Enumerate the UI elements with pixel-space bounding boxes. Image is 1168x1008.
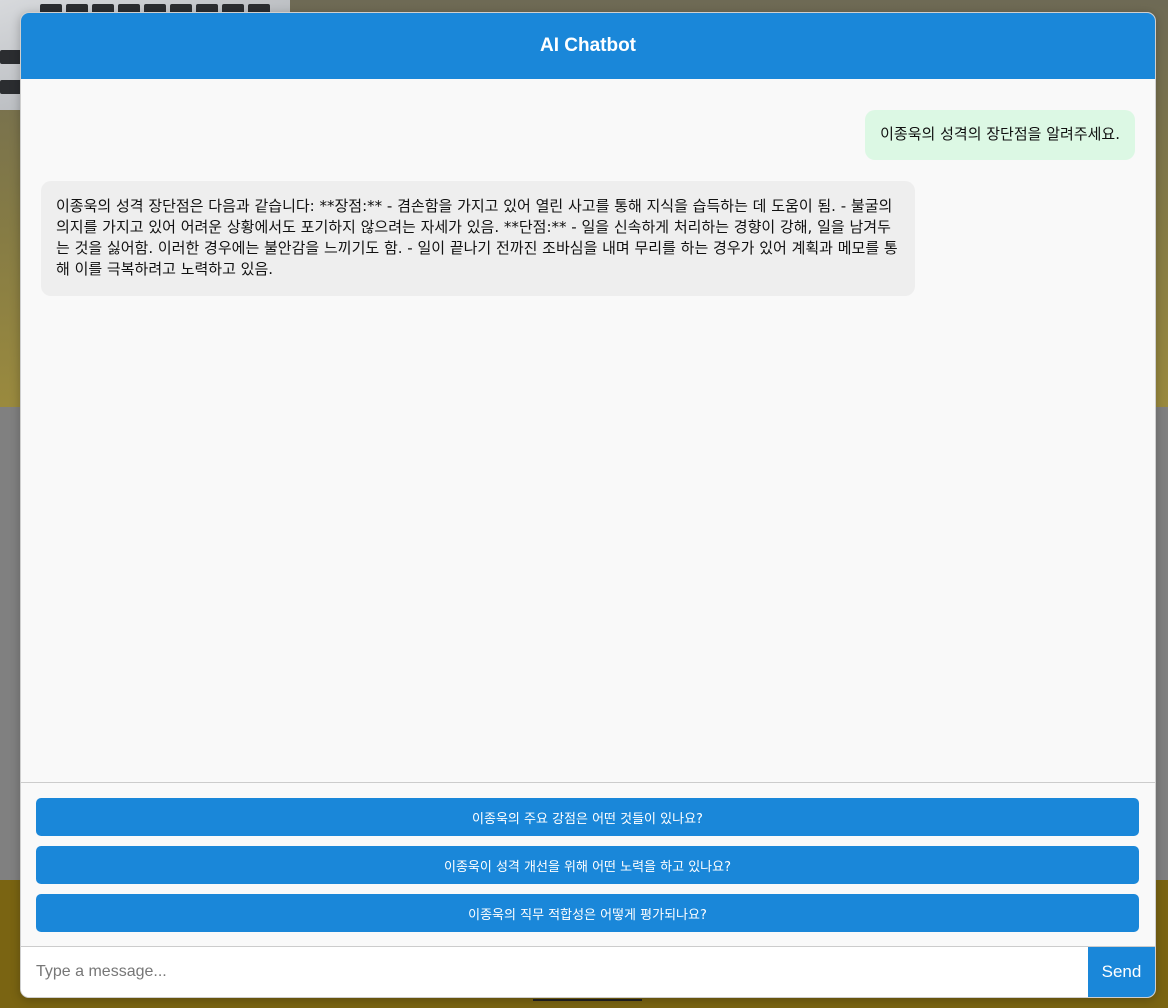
bot-message: 이종욱의 성격 장단점은 다음과 같습니다: **장점:** - 겸손함을 가지… <box>41 181 915 296</box>
background-divider <box>533 999 642 1001</box>
message-composer: Send <box>21 946 1155 997</box>
suggestion-button-2[interactable]: 이종욱이 성격 개선을 위해 어떤 노력을 하고 있나요? <box>36 846 1139 884</box>
suggestion-button-3[interactable]: 이종욱의 직무 적합성은 어떻게 평가되나요? <box>36 894 1139 932</box>
chat-title: AI Chatbot <box>539 35 637 56</box>
suggestion-button-1[interactable]: 이종욱의 주요 강점은 어떤 것들이 있나요? <box>36 798 1139 836</box>
suggestion-list: 이종욱의 주요 강점은 어떤 것들이 있나요? 이종욱이 성격 개선을 위해 어… <box>21 782 1155 947</box>
message-list[interactable]: 이종욱의 성격의 장단점을 알려주세요. 이종욱의 성격 장단점은 다음과 같습… <box>21 79 1155 782</box>
message-input[interactable] <box>21 947 1088 996</box>
chatbot-window: AI Chatbot 이종욱의 성격의 장단점을 알려주세요. 이종욱의 성격 … <box>20 12 1156 998</box>
user-message: 이종욱의 성격의 장단점을 알려주세요. <box>865 110 1135 160</box>
chat-header: AI Chatbot <box>21 13 1155 79</box>
send-button[interactable]: Send <box>1088 947 1155 997</box>
